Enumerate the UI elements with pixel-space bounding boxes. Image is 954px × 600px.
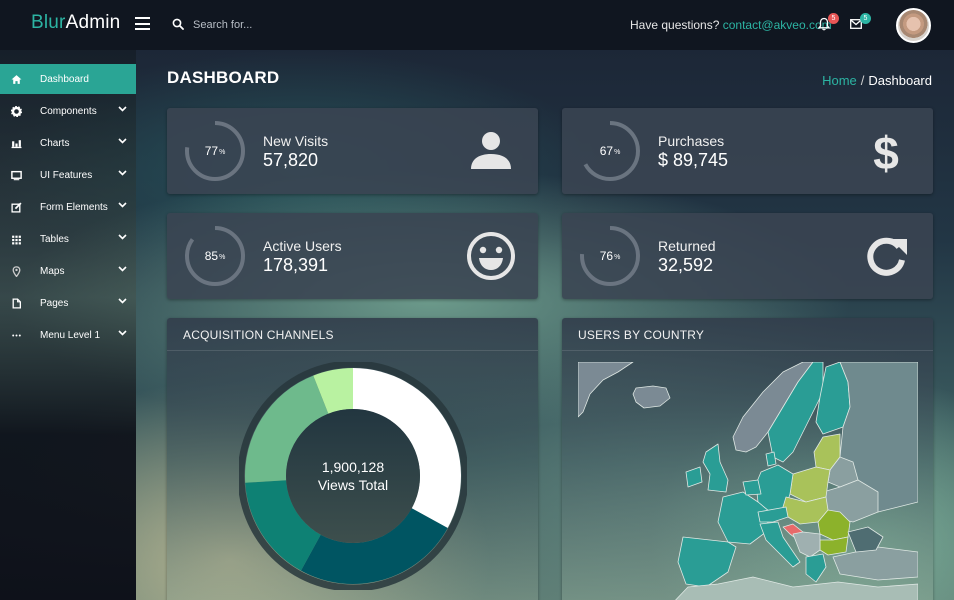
sidebar-item-label: Pages [40,297,69,309]
country-benelux[interactable] [742,479,762,496]
sidebar-item-dashboard[interactable]: Dashboard [0,64,136,94]
breadcrumb-home-link[interactable]: Home [822,73,857,88]
stat-label: Active Users [263,238,342,254]
sidebar-item-label: Form Elements [40,201,108,213]
sidebar-item-label: Charts [40,137,70,149]
donut-chart: 1,900,128 Views Total [237,360,469,592]
chevron-down-icon [118,266,127,272]
chevron-down-icon [118,298,127,304]
messages-badge: 5 [860,13,871,24]
edit-icon [11,201,22,213]
sidebar-item-maps[interactable]: Maps [0,256,136,286]
monitor-icon [11,170,22,180]
sidebar-item-charts[interactable]: Charts [0,128,136,158]
chevron-down-icon [118,202,127,208]
sidebar-item-label: Components [40,105,97,117]
sidebar-item-components[interactable]: Components [0,96,136,126]
views-total-label: Views Total [317,477,389,493]
sidebar-item-label: Tables [40,233,69,245]
sidebar-item-menu-level-1[interactable]: Menu Level 1 [0,320,136,350]
country-balkans[interactable] [792,531,821,558]
stat-card-active-users: 85% Active Users 178,391 [167,213,538,299]
page-title: DASHBOARD [167,68,280,87]
sidebar-item-pages[interactable]: Pages [0,288,136,318]
progress-percent: 85% [204,249,226,263]
breadcrumb-current: Dashboard [868,73,932,88]
country-poland[interactable] [789,466,831,503]
home-icon [11,74,22,84]
breadcrumb: Home / Dashboard [822,73,932,88]
chevron-down-icon [118,170,127,176]
user-icon [471,132,511,169]
country-iberia[interactable] [677,536,737,588]
europe-map[interactable] [578,362,918,600]
top-bar: BlurAdmin Have questions? contact@akveo.… [0,0,954,50]
contact-email-link[interactable]: contact@akveo.com [723,18,832,32]
chevron-down-icon [118,330,127,336]
views-total-value: 1,900,128 [321,459,385,475]
chevron-down-icon [118,138,127,144]
country-iceland[interactable] [632,385,671,409]
stat-label: New Visits [263,133,329,149]
panel-title: ACQUISITION CHANNELS [167,318,538,351]
svg-text:$: $ [873,127,899,176]
progress-percent: 77% [204,144,226,158]
app-logo[interactable]: BlurAdmin [31,12,120,34]
country-greenland[interactable] [578,362,634,418]
country-ireland[interactable] [685,466,703,488]
sidebar-item-label: Dashboard [40,73,89,85]
document-icon [12,297,22,309]
sidebar-item-tables[interactable]: Tables [0,224,136,254]
stat-label: Returned [658,238,716,254]
refresh-icon [867,237,907,276]
chevron-down-icon [118,106,127,112]
progress-percent: 67% [599,144,621,158]
logo-part-2: Admin [65,12,121,33]
user-avatar[interactable] [896,8,931,43]
country-bulgaria[interactable] [819,536,849,556]
sidebar-item-label: Maps [40,265,65,277]
progress-percent: 76% [599,249,621,263]
grid-icon [12,235,21,244]
donut-center-label: 1,900,128 Views Total [239,362,467,590]
stat-card-returned: 76% Returned 32,592 [562,213,933,299]
sidebar-item-label: Menu Level 1 [40,329,101,341]
stat-value: 178,391 [263,255,329,275]
map-pin-icon [12,265,21,277]
country-denmark[interactable] [765,451,777,467]
stat-value: 57,820 [263,150,319,170]
stat-card-purchases: 67% Purchases $ 89,745 $ [562,108,933,194]
help-text: Have questions? contact@akveo.com [630,18,832,32]
notifications-badge: 5 [828,13,839,24]
country-greece[interactable] [805,553,827,583]
bar-chart-icon [11,139,22,148]
country-united-kingdom[interactable] [702,443,729,493]
breadcrumb-separator: / [860,73,865,88]
sidebar: Dashboard Components Charts UI Features … [0,50,136,600]
menu-toggle-icon[interactable] [135,17,150,30]
search-input[interactable] [193,15,373,35]
logo-part-1: Blur [31,12,66,33]
stat-label: Purchases [658,133,725,149]
questions-label: Have questions? [630,18,720,32]
acquisition-channels-panel: ACQUISITION CHANNELS 1,900,128 Views Tot… [167,318,538,600]
users-by-country-panel: USERS BY COUNTRY [562,318,933,600]
stat-value: $ 89,745 [658,150,729,170]
gear-icon [11,105,22,117]
panel-title: USERS BY COUNTRY [562,318,933,351]
chevron-down-icon [118,234,127,240]
stat-card-new-visits: 77% New Visits 57,820 [167,108,538,194]
search-icon[interactable] [172,18,184,30]
sidebar-item-label: UI Features [40,169,93,181]
smiley-icon [467,232,515,280]
ellipsis-icon [12,334,21,336]
dollar-icon: $ [873,127,899,176]
sidebar-item-form-elements[interactable]: Form Elements [0,192,136,222]
map-svg [578,362,918,600]
sidebar-item-ui-features[interactable]: UI Features [0,160,136,190]
stat-value: 32,592 [658,255,714,275]
